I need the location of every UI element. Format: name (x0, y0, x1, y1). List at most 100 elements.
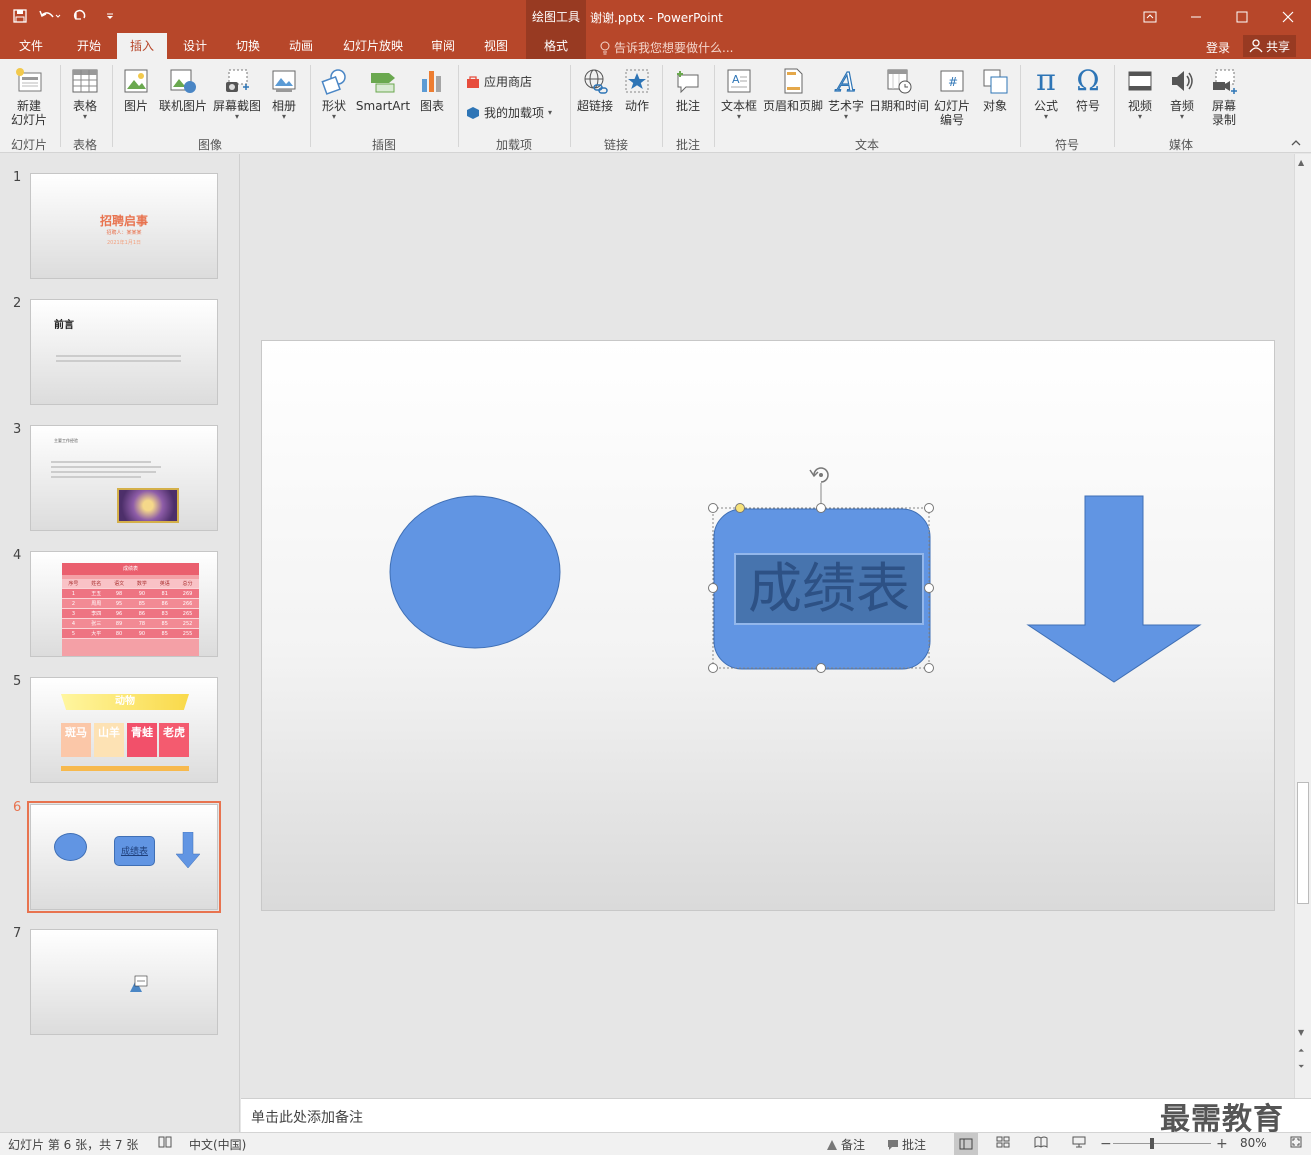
language-indicator[interactable]: 中文(中国) (189, 1136, 246, 1153)
collapse-ribbon-button[interactable] (1291, 139, 1301, 150)
slide-thumbnail-7[interactable] (30, 929, 218, 1035)
screen-rec-label-1: 屏幕 (1211, 99, 1236, 113)
down-arrow-shape[interactable] (1026, 495, 1202, 683)
scroll-up-icon[interactable]: ▲ (1298, 158, 1304, 167)
equation-button[interactable]: π 公式 ▾ (1026, 65, 1066, 121)
zoom-slider-thumb[interactable] (1150, 1138, 1154, 1149)
customize-qat-button[interactable] (98, 5, 122, 27)
spellcheck-button[interactable] (158, 1136, 172, 1148)
new-slide-label-2: 幻灯片 (10, 113, 47, 127)
minimize-button[interactable] (1173, 0, 1219, 33)
resize-handle[interactable] (708, 663, 718, 673)
resize-handle[interactable] (924, 583, 934, 593)
tell-me-search[interactable]: 告诉我您想要做什么... (600, 39, 733, 56)
action-label: 动作 (624, 99, 649, 113)
zoom-slider-track[interactable] (1113, 1143, 1211, 1144)
picture-button[interactable]: 图片 (118, 65, 154, 113)
tab-view[interactable]: 视图 (473, 33, 519, 59)
notes-pane[interactable]: 单击此处添加备注 (241, 1098, 1311, 1132)
share-button[interactable]: 共享 (1243, 35, 1297, 57)
smartart-icon (371, 73, 395, 93)
undo-button[interactable] (38, 5, 62, 27)
adjustment-handle[interactable] (735, 503, 745, 513)
tab-format[interactable]: 格式 (526, 33, 586, 59)
zoom-out-button[interactable]: − (1100, 1136, 1112, 1152)
tab-review[interactable]: 审阅 (420, 33, 466, 59)
thumb-table-cell: 86 (138, 611, 146, 617)
fit-to-window-button[interactable] (1290, 1136, 1302, 1148)
chevron-down-icon: ▾ (331, 112, 336, 121)
slide-thumbnail-5[interactable]: 动物 斑马 山羊 青蛙 老虎 (30, 677, 218, 783)
slide-thumbnail-1[interactable]: 招聘启事 招聘人：某某某 2021年1月1日 (30, 173, 218, 279)
group-separator (1020, 65, 1021, 147)
smartart-button[interactable]: SmartArt (356, 65, 410, 113)
album-button[interactable]: 相册 ▾ (266, 65, 302, 121)
scroll-down-icon[interactable]: ▼ (1298, 1028, 1304, 1037)
resize-handle[interactable] (816, 503, 826, 513)
shape-text[interactable]: 成绩表 (735, 554, 923, 624)
spellcheck-book-icon (158, 1136, 172, 1148)
store-button[interactable]: 应用商店 (466, 73, 532, 90)
resize-handle[interactable] (816, 663, 826, 673)
online-picture-button[interactable]: 联机图片 (157, 65, 209, 113)
close-button[interactable] (1265, 0, 1311, 33)
reading-view-button[interactable] (1034, 1136, 1048, 1148)
maximize-button[interactable] (1219, 0, 1265, 33)
comment-button[interactable]: 批注 (668, 65, 708, 113)
slide-thumbnail-4[interactable]: 成绩表 序号 姓名 语文 数学 英语 总分 1 王五 98 90 81 269 2 周周 95 85 86 266… (30, 551, 218, 657)
save-button[interactable] (8, 5, 32, 27)
slide-thumbnail-3[interactable]: 主要工作经验 (30, 425, 218, 531)
wordart-button[interactable]: A 艺术字 ▾ (826, 65, 866, 121)
textbox-button[interactable]: A 文本框 ▾ (718, 65, 760, 121)
tab-insert[interactable]: 插入 (117, 33, 167, 59)
tab-animations[interactable]: 动画 (278, 33, 324, 59)
symbol-button[interactable]: Ω 符号 (1068, 65, 1108, 114)
shapes-label: 形状 (321, 99, 346, 113)
notes-toggle-button[interactable]: 备注 (826, 1136, 865, 1153)
slide-thumbnail-6[interactable]: 成绩表 (30, 804, 218, 910)
zoom-level[interactable]: 80% (1240, 1136, 1267, 1150)
redo-button[interactable] (68, 5, 92, 27)
tab-home[interactable]: 开始 (66, 33, 112, 59)
rotate-handle-icon[interactable] (809, 467, 829, 483)
slide-thumbnail-2[interactable]: 前言 (30, 299, 218, 405)
slideshow-view-button[interactable] (1072, 1136, 1086, 1148)
scrollbar-thumb[interactable] (1297, 782, 1309, 904)
comments-toggle-button[interactable]: 批注 (887, 1136, 926, 1153)
chart-button[interactable]: 图表 (414, 65, 450, 113)
slide-canvas[interactable]: 成绩表 (261, 340, 1275, 911)
ellipse-shape[interactable] (389, 495, 561, 649)
slide-number-button[interactable]: # 幻灯片 编号 (932, 65, 972, 127)
thumb-table-cell: 大平 (91, 631, 102, 637)
table-button[interactable]: 表格 ▾ (66, 65, 104, 121)
tab-file[interactable]: 文件 (10, 33, 52, 59)
header-footer-button[interactable]: 页眉和页脚 (761, 65, 825, 113)
tab-design[interactable]: 设计 (172, 33, 218, 59)
object-button[interactable]: 对象 (975, 65, 1015, 113)
notes-placeholder[interactable]: 单击此处添加备注 (251, 1107, 363, 1127)
resize-handle[interactable] (708, 503, 718, 513)
audio-button[interactable]: 音频 ▾ (1162, 65, 1202, 121)
shapes-button[interactable]: 形状 ▾ (316, 65, 352, 121)
video-button[interactable]: 视频 ▾ (1120, 65, 1160, 121)
tab-transitions[interactable]: 切换 (225, 33, 271, 59)
new-slide-button[interactable]: 新建 幻灯片 (4, 65, 54, 127)
screen-recording-button[interactable]: 屏幕 录制 (1204, 65, 1244, 127)
action-button[interactable]: 动作 (619, 65, 655, 113)
datetime-button[interactable]: 日期和时间 (867, 65, 931, 113)
resize-handle[interactable] (708, 583, 718, 593)
slide-sorter-view-button[interactable] (996, 1136, 1010, 1148)
next-slide-icon[interactable]: ⏷ (1298, 1062, 1304, 1072)
vertical-scrollbar[interactable]: ▲ ▼ ⏶ ⏷ (1294, 154, 1311, 1098)
zoom-in-button[interactable]: + (1216, 1136, 1228, 1152)
resize-handle[interactable] (924, 503, 934, 513)
tab-slideshow[interactable]: 幻灯片放映 (334, 33, 412, 59)
hyperlink-button[interactable]: 超链接 (575, 65, 615, 113)
resize-handle[interactable] (924, 663, 934, 673)
previous-slide-icon[interactable]: ⏶ (1298, 1046, 1304, 1056)
sign-in-link[interactable]: 登录 (1206, 39, 1230, 56)
ribbon-display-options-button[interactable] (1127, 0, 1173, 33)
normal-view-button[interactable] (954, 1133, 978, 1155)
my-addins-button[interactable]: 我的加载项 ▾ (466, 104, 552, 121)
screenshot-button[interactable]: 屏幕截图 ▾ (210, 65, 264, 121)
